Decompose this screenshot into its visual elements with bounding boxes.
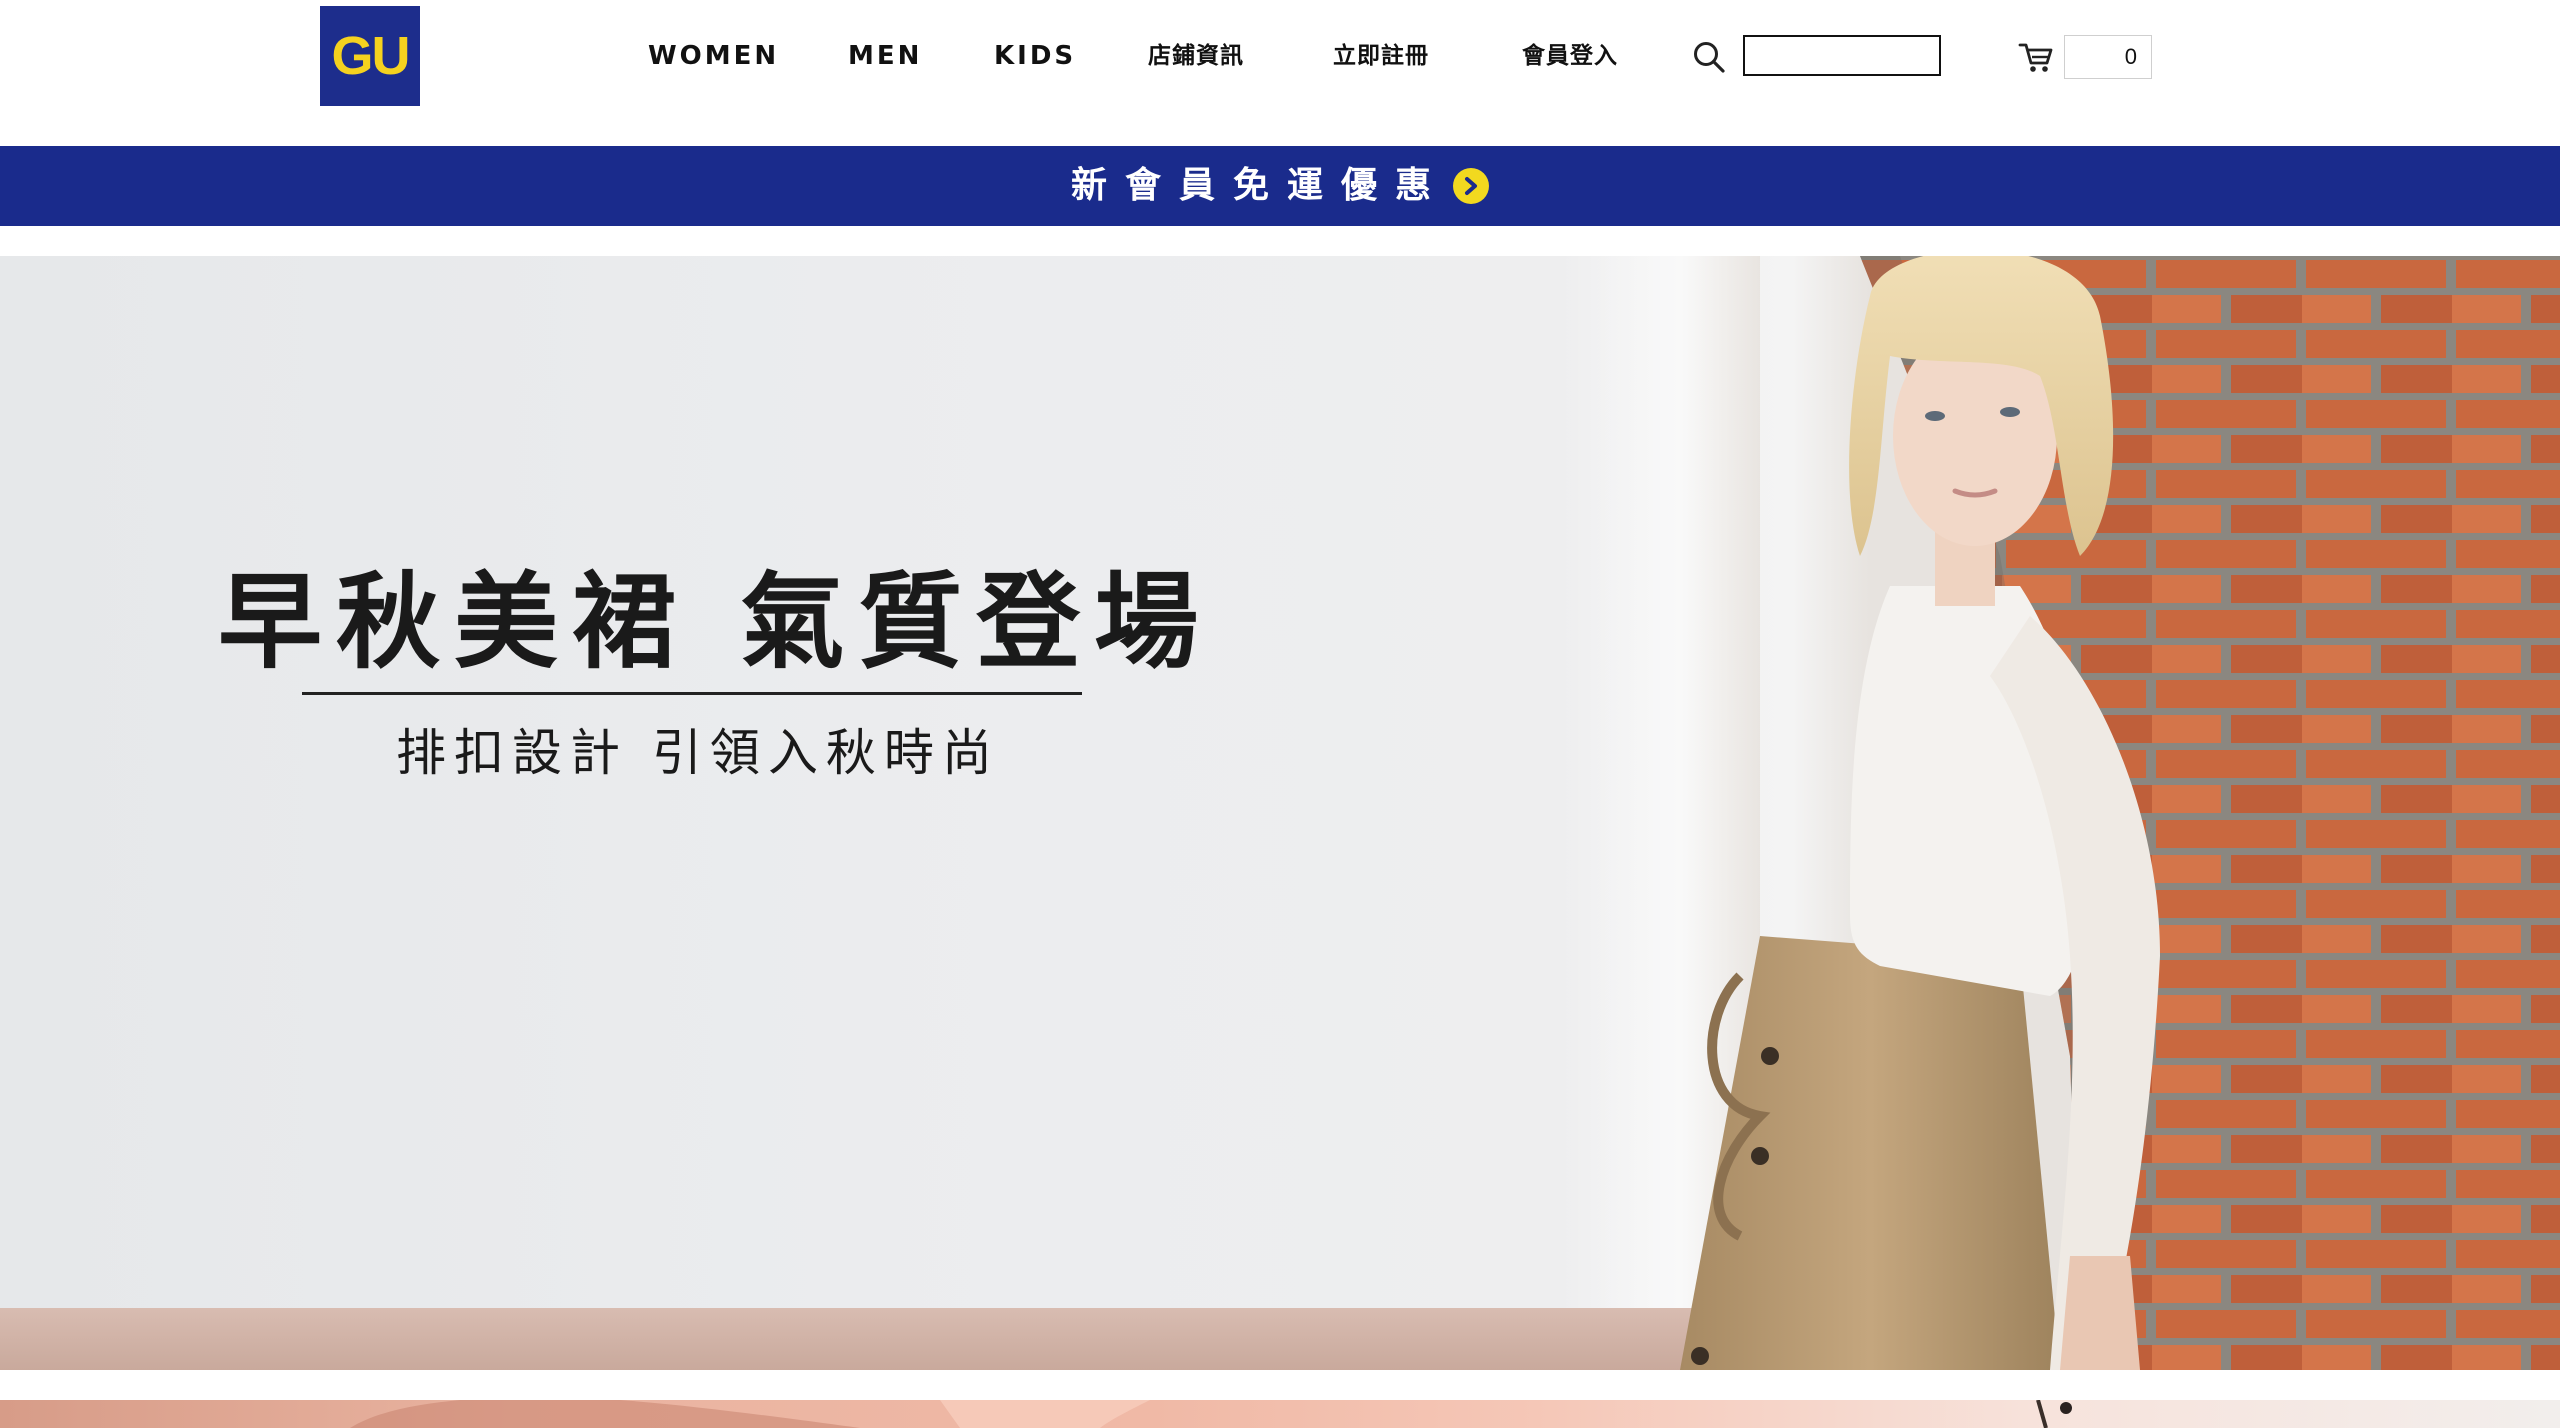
promo-banner[interactable]: 新會員免運優惠: [0, 146, 2560, 226]
nav-item-login[interactable]: 會員登入: [1522, 38, 1618, 74]
search-input[interactable]: [1743, 35, 1941, 76]
cart-count-badge[interactable]: 0: [2064, 35, 2152, 79]
nav-item-store-info[interactable]: 店鋪資訊: [1148, 38, 1244, 74]
search-icon[interactable]: [1692, 40, 1726, 74]
next-banner-preview[interactable]: [0, 1400, 2560, 1428]
cart-icon[interactable]: [2018, 40, 2054, 74]
site-header: GU WOMEN MEN KIDS 店鋪資訊 立即註冊 會員登入 0: [0, 0, 2560, 146]
hero-title: 早秋美裙 氣質登場: [218, 561, 1213, 683]
nav-item-register[interactable]: 立即註冊: [1333, 38, 1429, 74]
nav-item-kids[interactable]: KIDS: [994, 38, 1076, 74]
nav-item-women[interactable]: WOMEN: [648, 38, 779, 74]
chevron-right-circle-icon: [1453, 168, 1489, 204]
hero-subtitle: 排扣設計 引領入秋時尚: [396, 724, 1000, 782]
hero-photo: [1680, 256, 2560, 1370]
hero-banner[interactable]: 早秋美裙 氣質登場 排扣設計 引領入秋時尚: [0, 256, 2560, 1370]
nav-item-men[interactable]: MEN: [848, 38, 922, 74]
promo-text: 新會員免運優惠: [1070, 165, 1449, 206]
hero-title-divider: [302, 692, 1082, 695]
gu-logo[interactable]: GU: [320, 6, 420, 106]
next-banner-photo: [350, 1400, 2072, 1428]
